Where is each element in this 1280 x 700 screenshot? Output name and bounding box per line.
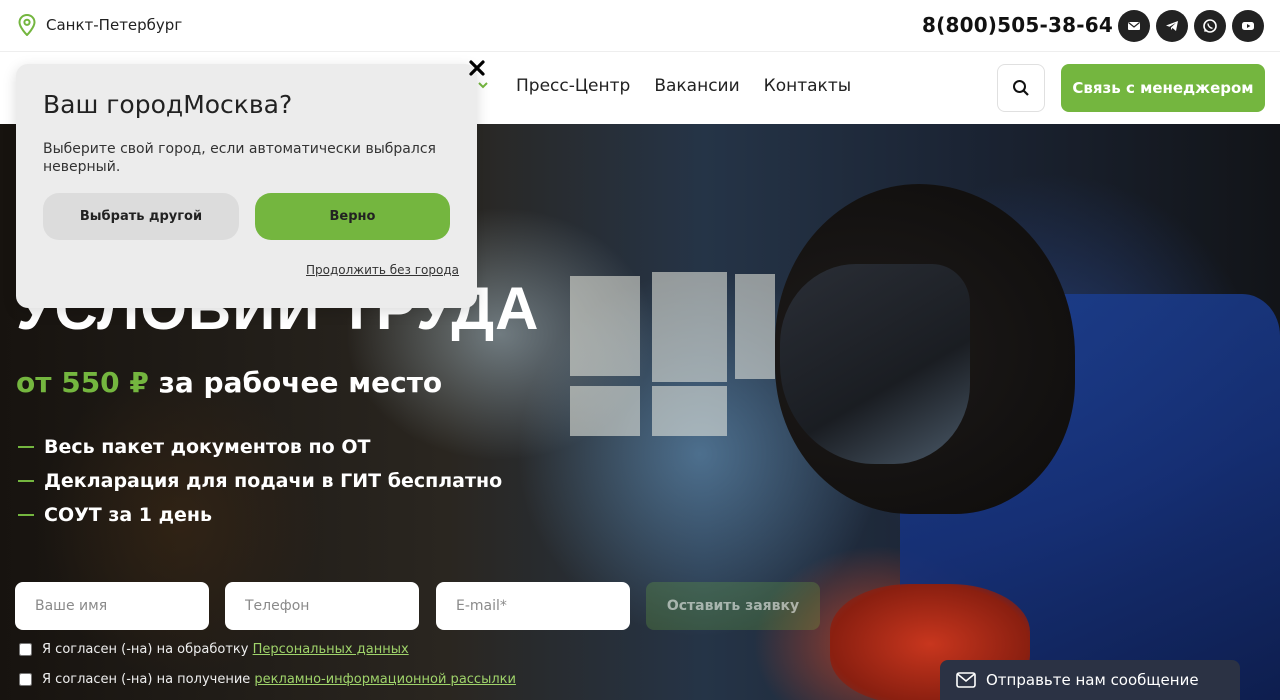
popup-title-city: Москва?	[183, 90, 293, 119]
consent-personal-data-checkbox[interactable]	[19, 643, 32, 656]
hero-price: от 550 ₽ за рабочее место	[16, 366, 442, 399]
message-icon	[956, 672, 976, 688]
nav-link-contacts[interactable]: Контакты	[764, 76, 852, 96]
benefit-text: СОУТ за 1 день	[44, 504, 213, 526]
benefit-item: СОУТ за 1 день	[18, 504, 502, 526]
chat-widget[interactable]: Отправьте нам сообщение	[940, 660, 1240, 700]
chat-label: Отправьте нам сообщение	[986, 671, 1199, 689]
popup-title: Ваш городМосква?	[43, 90, 292, 119]
benefit-item: Декларация для подачи в ГИТ бесплатно	[18, 470, 502, 492]
personal-data-link[interactable]: Персональных данных	[253, 642, 409, 657]
dash-icon	[18, 480, 34, 482]
continue-without-city-link[interactable]: Продолжить без города	[306, 263, 459, 277]
phone-input[interactable]	[225, 582, 419, 630]
search-button[interactable]	[997, 64, 1045, 112]
benefit-text: Весь пакет документов по ОТ	[44, 436, 371, 458]
telegram-icon[interactable]	[1156, 10, 1188, 42]
background-window	[735, 274, 775, 379]
top-bar: Санкт-Петербург 8(800)505-38-64	[0, 0, 1280, 52]
background-window	[570, 276, 640, 376]
benefit-item: Весь пакет документов по ОТ	[18, 436, 502, 458]
consent-text: Я согласен (-на) на получение рекламно-и…	[42, 672, 516, 687]
newsletter-link[interactable]: рекламно-информационной рассылки	[254, 672, 516, 687]
price-amount: от 550 ₽	[16, 366, 149, 399]
benefit-list: Весь пакет документов по ОТ Декларация д…	[18, 436, 502, 526]
popup-title-prefix: Ваш город	[43, 90, 184, 119]
consent-label: Я согласен (-на) на получение	[42, 672, 255, 687]
nav-link-vacancies[interactable]: Вакансии	[654, 76, 739, 96]
submit-request-button[interactable]: Оставить заявку	[646, 582, 820, 630]
consent-personal-data[interactable]: Я согласен (-на) на обработку Персональн…	[19, 642, 409, 657]
consent-newsletter-checkbox[interactable]	[19, 673, 32, 686]
background-window	[570, 386, 640, 436]
choose-other-city-button[interactable]: Выбрать другой	[43, 193, 239, 240]
dash-icon	[18, 446, 34, 448]
welder-visor	[780, 264, 970, 464]
chevron-down-icon[interactable]	[476, 78, 490, 92]
close-icon[interactable]	[466, 57, 488, 79]
youtube-icon[interactable]	[1232, 10, 1264, 42]
benefit-text: Декларация для подачи в ГИТ бесплатно	[44, 470, 503, 492]
contact-manager-button[interactable]: Связь с менеджером	[1061, 64, 1265, 112]
city-name[interactable]: Санкт-Петербург	[46, 16, 182, 34]
email-input[interactable]	[436, 582, 630, 630]
city-confirm-popup: Ваш городМосква? Выберите свой город, ес…	[16, 64, 477, 308]
background-window	[652, 272, 727, 382]
price-suffix: за рабочее место	[148, 366, 443, 399]
consent-newsletter[interactable]: Я согласен (-на) на получение рекламно-и…	[19, 672, 516, 687]
nav-link-press-center[interactable]: Пресс-Центр	[516, 76, 630, 96]
phone-number[interactable]: 8(800)505-38-64	[922, 13, 1113, 37]
background-window	[652, 386, 727, 436]
search-icon	[1013, 80, 1029, 96]
name-input[interactable]	[15, 582, 209, 630]
popup-description: Выберите свой город, если автоматически …	[43, 141, 436, 175]
consent-label: Я согласен (-на) на обработку	[42, 642, 253, 657]
city-selector[interactable]: Санкт-Петербург	[18, 14, 182, 36]
mail-icon[interactable]	[1118, 10, 1150, 42]
social-links	[1118, 10, 1264, 42]
confirm-city-button[interactable]: Верно	[255, 193, 450, 240]
whatsapp-icon[interactable]	[1194, 10, 1226, 42]
nav-links: Пресс-Центр Вакансии Контакты	[516, 76, 851, 96]
location-pin-icon	[18, 14, 36, 36]
consent-text: Я согласен (-на) на обработку Персональн…	[42, 642, 409, 657]
dash-icon	[18, 514, 34, 516]
